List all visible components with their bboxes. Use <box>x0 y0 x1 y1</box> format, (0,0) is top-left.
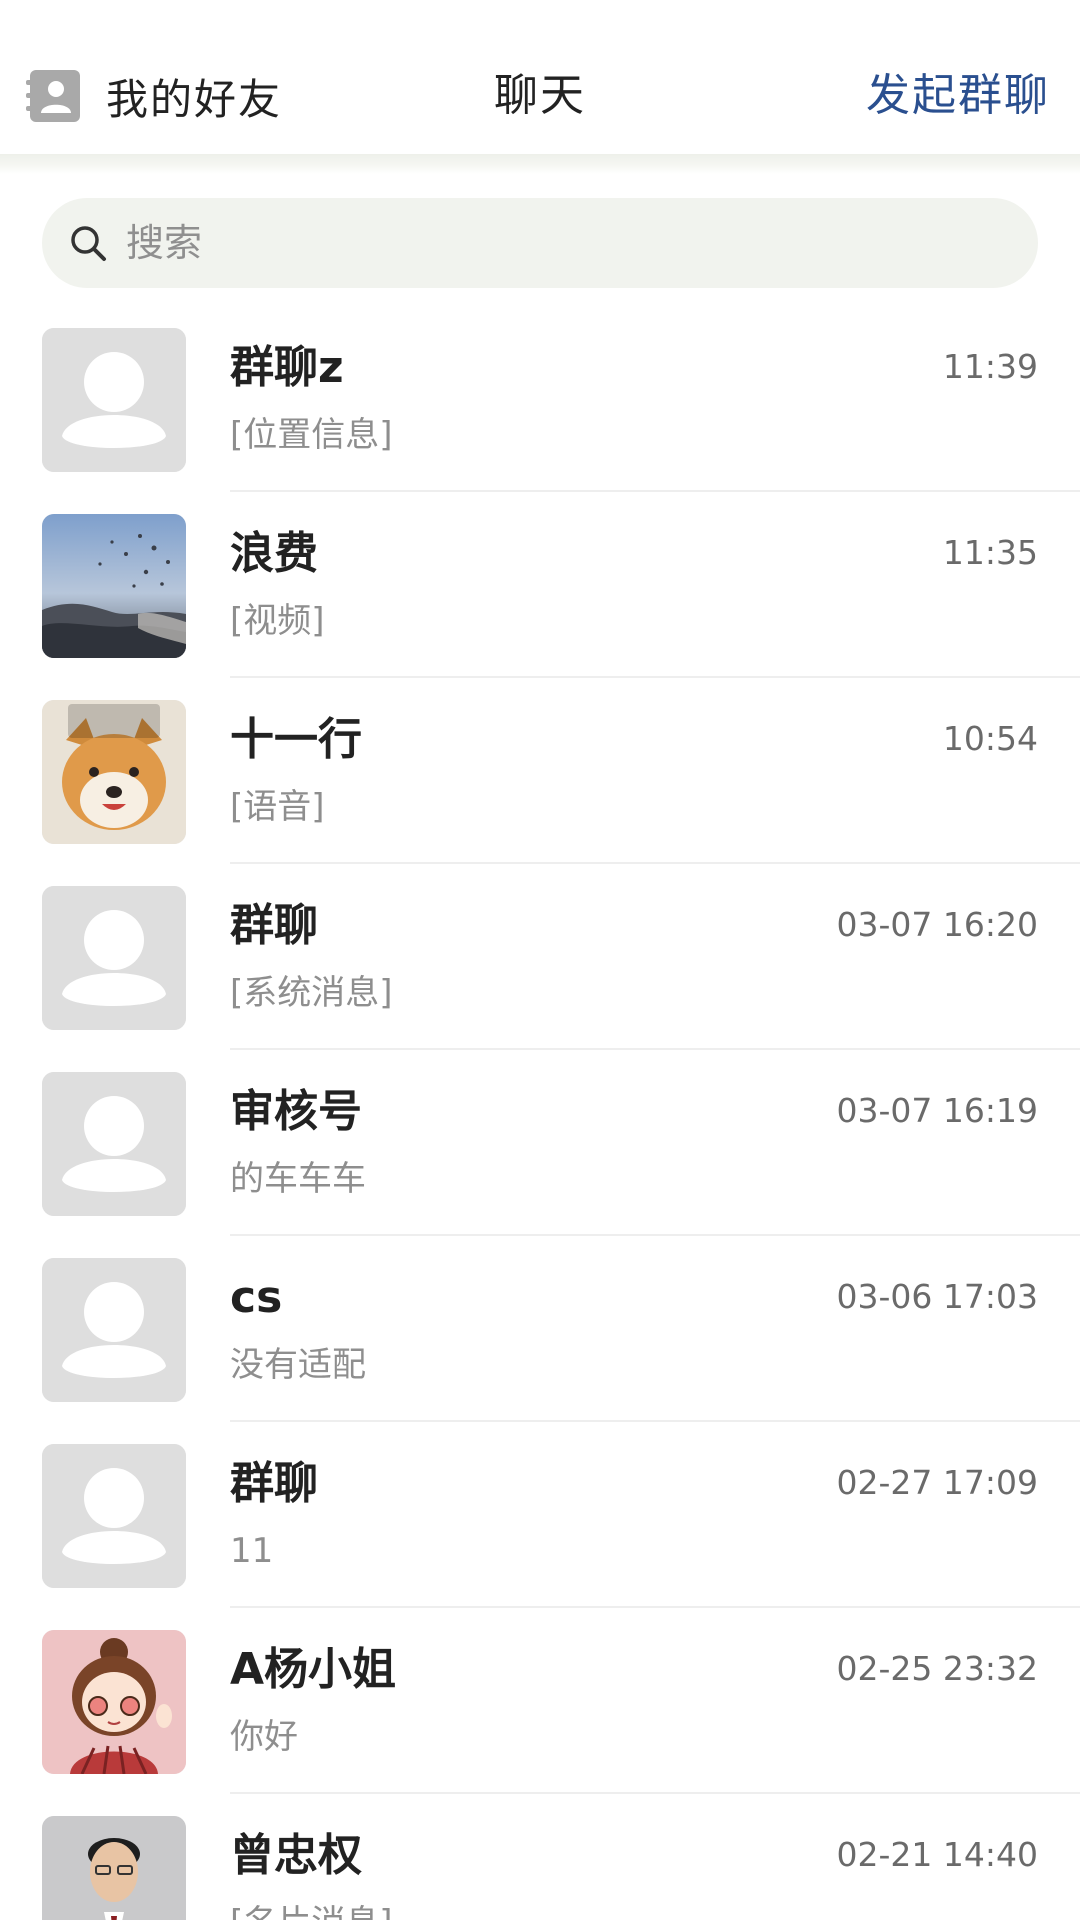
search-input[interactable] <box>124 212 1038 274</box>
chat-preview: [语音] <box>230 787 325 827</box>
chat-list-item[interactable]: 浪费 11:35 [视频] <box>0 492 1080 678</box>
chat-time: 03-07 16:19 <box>836 1091 1038 1130</box>
chat-time: 02-25 23:32 <box>836 1649 1038 1688</box>
chat-time: 10:54 <box>942 719 1038 758</box>
cartoon-girl-avatar <box>42 1630 186 1774</box>
landscape-balloons-avatar <box>42 514 186 658</box>
chat-preview: [视频] <box>230 601 325 641</box>
chat-time: 03-07 16:20 <box>836 905 1038 944</box>
chat-name: 审核号 <box>230 1086 362 1137</box>
chat-name: cs <box>230 1272 283 1323</box>
chat-list-item[interactable]: 十一行 10:54 [语音] <box>0 678 1080 864</box>
chat-preview: [系统消息] <box>230 973 393 1013</box>
start-group-chat-button[interactable]: 发起群聊 <box>866 66 1050 126</box>
chat-name: 十一行 <box>230 714 362 765</box>
chat-list: 群聊z 11:39 [位置信息] 浪费 11:35 [视频] 十一行 10:54… <box>0 306 1080 1920</box>
chat-list-item[interactable]: 群聊z 11:39 [位置信息] <box>0 306 1080 492</box>
chat-list-item[interactable]: 曾忠权 02-21 14:40 [名片消息] <box>0 1794 1080 1920</box>
chat-preview: 的车车车 <box>230 1159 366 1199</box>
chat-list-item[interactable]: 群聊 03-07 16:20 [系统消息] <box>0 864 1080 1050</box>
chat-time: 02-27 17:09 <box>836 1463 1038 1502</box>
man-in-suit-avatar <box>42 1816 186 1920</box>
chat-preview: [位置信息] <box>230 415 393 455</box>
chat-list-item[interactable]: A杨小姐 02-25 23:32 你好 <box>0 1608 1080 1794</box>
chat-list-item[interactable]: cs 03-06 17:03 没有适配 <box>0 1236 1080 1422</box>
chat-list-item[interactable]: 审核号 03-07 16:19 的车车车 <box>0 1050 1080 1236</box>
chat-name: 群聊 <box>230 1458 318 1509</box>
default-avatar <box>42 328 186 472</box>
default-avatar <box>42 1444 186 1588</box>
chat-preview: 没有适配 <box>230 1345 366 1385</box>
shiba-dog-avatar <box>42 700 186 844</box>
default-avatar <box>42 886 186 1030</box>
chat-time: 02-21 14:40 <box>836 1835 1038 1874</box>
chat-preview: 11 <box>230 1531 274 1571</box>
default-avatar <box>42 1072 186 1216</box>
search-icon <box>71 226 106 261</box>
top-nav-bar: 我的好友 聊天 发起群聊 <box>0 0 1080 160</box>
chat-name: A杨小姐 <box>230 1644 397 1695</box>
chat-name: 浪费 <box>230 528 318 579</box>
default-avatar <box>42 1258 186 1402</box>
chat-time: 11:35 <box>942 533 1038 572</box>
search-bar[interactable] <box>42 198 1038 288</box>
chat-preview: [名片消息] <box>230 1898 393 1920</box>
chat-name: 曾忠权 <box>230 1830 362 1881</box>
chat-time: 11:39 <box>942 347 1038 386</box>
chat-list-item[interactable]: 群聊 02-27 17:09 11 <box>0 1422 1080 1608</box>
chat-time: 03-06 17:03 <box>836 1277 1038 1316</box>
chat-name: 群聊 <box>230 900 318 951</box>
header-divider <box>0 154 1080 174</box>
chat-preview: 你好 <box>230 1717 298 1757</box>
chat-name: 群聊z <box>230 342 344 393</box>
